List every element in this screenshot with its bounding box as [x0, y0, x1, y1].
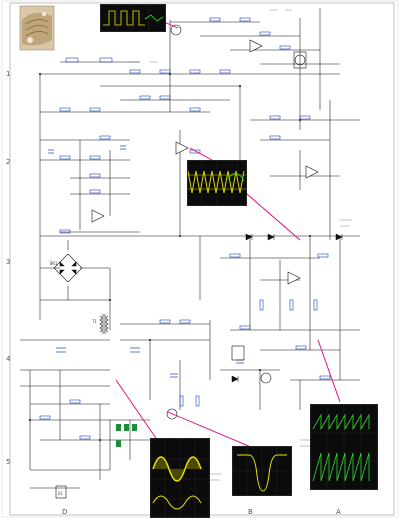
wires	[20, 8, 360, 489]
scope-bottom-left	[150, 438, 210, 518]
transformer	[99, 314, 109, 334]
scope-bottom-right	[310, 404, 378, 490]
ic-blocks	[55, 51, 307, 499]
scope-top	[100, 4, 166, 32]
pcb-photo-icon	[19, 5, 55, 51]
scope-callouts	[115, 15, 341, 451]
scope-mid	[187, 160, 247, 206]
schematic-sheet: 1 2 3 4 5 A B C D T1 BR1 U1	[0, 0, 400, 518]
scope-bottom-mid	[232, 446, 292, 496]
test-points	[116, 424, 137, 447]
